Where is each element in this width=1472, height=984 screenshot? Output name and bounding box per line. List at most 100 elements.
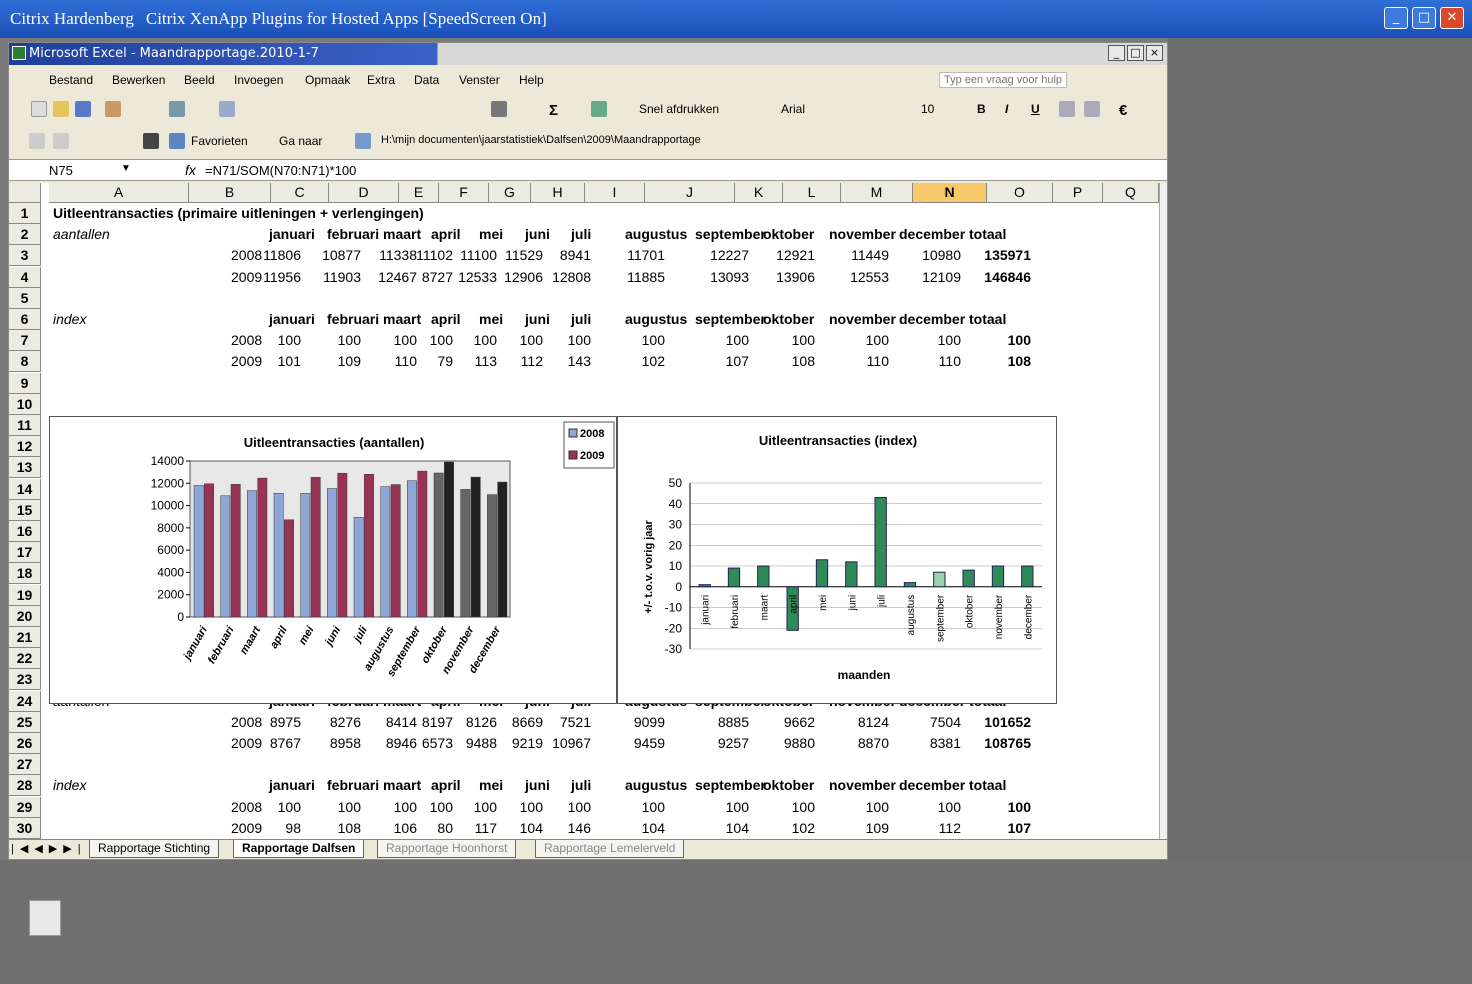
font-size-select[interactable]: 10 (921, 102, 934, 116)
fx-icon[interactable]: fx (185, 162, 196, 178)
bar-chart-index[interactable]: Uitleentransacties (index) 50 40 30 20 10 0 -10… (617, 416, 1057, 704)
save-icon[interactable] (75, 101, 91, 117)
address-field[interactable]: H:\mijn documenten\jaarstatistiek\Dalfse… (381, 134, 701, 146)
xl-close-button[interactable]: × (1146, 45, 1163, 61)
column-header[interactable]: B (189, 183, 271, 203)
align-center-icon[interactable] (1084, 101, 1100, 117)
xl-restore-button[interactable]: □ (1127, 45, 1144, 61)
spelling-icon[interactable] (219, 101, 235, 117)
bar-chart-aantallen[interactable]: Uitleentransacties (aantallen) 14000 12000… (49, 416, 617, 704)
row-header[interactable]: 7 (9, 330, 41, 352)
menu-opmaak[interactable]: Opmaak (305, 73, 350, 87)
row-header[interactable]: 22 (9, 648, 41, 670)
menu-help[interactable]: Help (519, 73, 544, 87)
underline-button[interactable]: U (1031, 102, 1040, 116)
favorieten-menu[interactable]: Favorieten (191, 134, 248, 148)
vertical-scrollbar[interactable] (1159, 183, 1167, 839)
row-header[interactable]: 3 (9, 245, 41, 267)
row-header[interactable]: 4 (9, 266, 41, 288)
snel-afdrukken-button[interactable]: Snel afdrukken (639, 102, 719, 116)
tab-rapportage-lemelerveld[interactable]: Rapportage Lemelerveld (535, 840, 685, 858)
menu-beeld[interactable]: Beeld (184, 73, 215, 87)
menu-extra[interactable]: Extra (367, 73, 395, 87)
italic-button[interactable]: I (1005, 102, 1008, 116)
show-web-toolbar-icon[interactable] (355, 133, 371, 149)
column-header[interactable]: A (49, 183, 189, 203)
row-header[interactable]: 11 (9, 415, 41, 436)
column-header[interactable]: P (1053, 183, 1103, 203)
row-header[interactable]: 21 (9, 627, 41, 648)
autosum-icon[interactable]: Σ (549, 102, 558, 119)
row-header[interactable]: 6 (9, 309, 41, 330)
row-header[interactable]: 29 (9, 796, 41, 818)
column-header[interactable]: K (735, 183, 783, 203)
tab-rapportage-hoonhorst[interactable]: Rapportage Hoonhorst (377, 840, 517, 858)
euro-button[interactable]: € (1119, 102, 1127, 119)
minimize-button[interactable]: _ (1384, 7, 1408, 29)
column-header[interactable]: L (783, 183, 841, 203)
row-header[interactable]: 10 (9, 393, 41, 415)
column-header[interactable]: C (271, 183, 329, 203)
close-button[interactable]: ✕ (1440, 7, 1464, 29)
column-header[interactable]: I (585, 183, 645, 203)
row-header[interactable]: 19 (9, 584, 41, 606)
row-header[interactable]: 8 (9, 351, 41, 373)
print-icon[interactable] (169, 101, 185, 117)
maximize-button[interactable]: □ (1412, 7, 1436, 29)
row-header[interactable]: 25 (9, 711, 41, 733)
row-header[interactable]: 15 (9, 499, 41, 521)
forward-icon[interactable] (53, 133, 69, 149)
open-icon[interactable] (53, 101, 69, 117)
font-name-select[interactable]: Arial (781, 102, 805, 116)
row-header[interactable]: 16 (9, 521, 41, 542)
row-header[interactable]: 13 (9, 457, 41, 479)
row-header[interactable]: 24 (9, 690, 41, 712)
permission-icon[interactable] (105, 101, 121, 117)
row-header[interactable]: 2 (9, 224, 41, 246)
select-all-corner[interactable] (9, 183, 41, 203)
ga-naar-menu[interactable]: Ga naar (279, 134, 322, 148)
row-header[interactable]: 28 (9, 775, 41, 797)
row-header[interactable]: 23 (9, 669, 41, 691)
row-header[interactable]: 1 (9, 203, 41, 224)
new-icon[interactable] (31, 101, 47, 117)
xl-minimize-button[interactable]: _ (1108, 45, 1125, 61)
name-box[interactable]: N75 (49, 163, 73, 178)
sheet-nav-buttons[interactable]: |◀◀▶▶| (11, 842, 87, 855)
menu-data[interactable]: Data (414, 73, 439, 87)
row-header[interactable]: 20 (9, 605, 41, 627)
desktop-shortcut[interactable] (20, 900, 70, 940)
row-header[interactable]: 9 (9, 372, 41, 394)
column-header[interactable]: Q (1103, 183, 1159, 203)
row-header[interactable]: 12 (9, 436, 41, 458)
name-box-dropdown-icon[interactable]: ▼ (121, 163, 131, 174)
column-header[interactable]: F (439, 183, 489, 203)
column-header[interactable]: M (841, 183, 913, 203)
row-header[interactable]: 14 (9, 478, 41, 500)
menu-venster[interactable]: Venster (459, 73, 500, 87)
menu-bestand[interactable]: Bestand (49, 73, 93, 87)
column-header[interactable]: N (913, 183, 987, 203)
chart-icon[interactable] (591, 101, 607, 117)
back-icon[interactable] (29, 133, 45, 149)
bold-button[interactable]: B (977, 102, 986, 116)
formula-input[interactable]: =N71/SOM(N70:N71)*100 (205, 163, 356, 178)
worksheet-grid[interactable]: A B C D E F G H I J K L M N O P Q 1 2 3 4 5 6 7 8 9 10 11 12 13 14 15 16… (9, 183, 1159, 839)
row-header[interactable]: 26 (9, 733, 41, 754)
align-left-icon[interactable] (1059, 101, 1075, 117)
column-header[interactable]: J (645, 183, 735, 203)
row-header[interactable]: 5 (9, 287, 41, 309)
column-header[interactable]: O (987, 183, 1053, 203)
help-search-input[interactable]: Typ een vraag voor hulp (939, 72, 1068, 88)
row-header[interactable]: 17 (9, 542, 41, 564)
hyperlink-icon[interactable] (491, 101, 507, 117)
row-header[interactable]: 18 (9, 563, 41, 585)
column-header[interactable]: D (329, 183, 399, 203)
column-header[interactable]: H (531, 183, 585, 203)
home-icon[interactable] (143, 133, 159, 149)
column-header[interactable]: G (489, 183, 531, 203)
menu-bewerken[interactable]: Bewerken (112, 73, 165, 87)
row-header[interactable]: 27 (9, 754, 41, 776)
search-web-icon[interactable] (169, 133, 185, 149)
tab-rapportage-stichting[interactable]: Rapportage Stichting (89, 840, 220, 858)
